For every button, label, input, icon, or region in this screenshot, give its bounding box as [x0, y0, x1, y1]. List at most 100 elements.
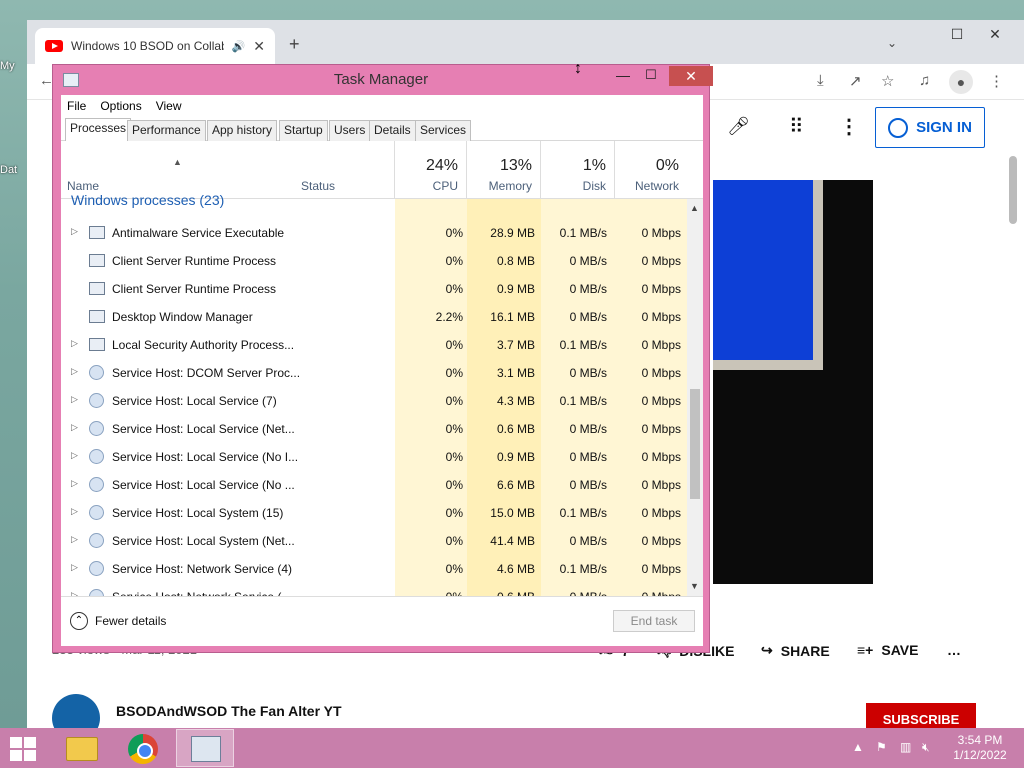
process-row[interactable]: ▷ Local Security Authority Process... 0% 3.…: [61, 331, 687, 359]
column-status[interactable]: Status: [295, 141, 395, 199]
tray-chevron-up-icon[interactable]: ▲: [852, 740, 864, 754]
expand-chevron-icon[interactable]: ▷: [71, 366, 78, 377]
chrome-taskbar-button[interactable]: [114, 729, 172, 767]
more-actions-button[interactable]: …: [947, 642, 961, 658]
column-disk[interactable]: 1% Disk: [541, 141, 615, 199]
tab-users[interactable]: Users: [329, 120, 371, 141]
tab-app-history[interactable]: App history: [207, 120, 278, 141]
network-icon[interactable]: ▥: [900, 740, 911, 754]
network-total: 0%: [655, 157, 679, 174]
desktop-icon-label[interactable]: Dat: [0, 164, 17, 176]
process-row[interactable]: Client Server Runtime Process 0% 0.9 MB 0 M…: [61, 275, 687, 303]
install-icon[interactable]: ⤓: [817, 72, 824, 89]
tab-details[interactable]: Details: [369, 120, 416, 141]
share-button[interactable]: ↪ SHARE: [761, 642, 830, 659]
column-cpu[interactable]: 24% CPU: [395, 141, 467, 199]
process-memory: 3.1 MB: [496, 366, 535, 380]
scroll-up-icon[interactable]: ▲: [690, 203, 699, 213]
page-scrollbar[interactable]: [1009, 156, 1017, 224]
video-player[interactable]: [713, 180, 873, 584]
expand-chevron-icon[interactable]: ▷: [71, 422, 78, 433]
process-row[interactable]: ▷ Service Host: Local Service (Net... 0% 0.…: [61, 415, 687, 443]
process-row[interactable]: ▷ Service Host: Local Service (No ... 0% 6.…: [61, 471, 687, 499]
profile-avatar-icon[interactable]: ●: [949, 70, 973, 94]
scrollbar-thumb[interactable]: [690, 389, 700, 499]
new-tab-button[interactable]: +: [289, 34, 300, 55]
column-memory[interactable]: 13% Memory: [467, 141, 541, 199]
desktop-icon-label[interactable]: My: [0, 60, 15, 72]
sign-in-button[interactable]: SIGN IN: [875, 107, 985, 148]
process-row[interactable]: ▷ Service Host: Local Service (7) 0% 4.3 MB…: [61, 387, 687, 415]
chevron-up-icon[interactable]: ⌃: [70, 612, 88, 630]
tab-search-chevron-icon[interactable]: ⌄: [887, 36, 897, 50]
menu-view[interactable]: View: [156, 99, 182, 113]
process-row[interactable]: ▷ Service Host: Network Service (4) 0% 4.6 …: [61, 555, 687, 583]
process-row[interactable]: ▷ Service Host: Local System (15) 0% 15.0 M…: [61, 499, 687, 527]
scroll-down-icon[interactable]: ▼: [690, 581, 699, 591]
fewer-details-link[interactable]: Fewer details: [95, 614, 166, 628]
process-row[interactable]: Client Server Runtime Process 0% 0.8 MB 0 M…: [61, 247, 687, 275]
process-app-icon: [89, 254, 105, 267]
group-header[interactable]: Windows processes (23): [71, 192, 224, 208]
column-name[interactable]: Name: [61, 141, 295, 199]
subscribe-button[interactable]: SUBSCRIBE: [866, 703, 976, 728]
channel-avatar[interactable]: [52, 694, 100, 728]
expand-chevron-icon[interactable]: ▷: [71, 450, 78, 461]
expand-chevron-icon[interactable]: ▷: [71, 562, 78, 573]
process-memory: 0.9 MB: [496, 282, 535, 296]
chrome-icon: [128, 734, 158, 764]
task-manager-titlebar[interactable]: Task Manager — ☐ ✕: [53, 65, 713, 95]
expand-chevron-icon[interactable]: ▷: [71, 478, 78, 489]
volume-muted-icon[interactable]: 🔇︎: [922, 740, 930, 755]
start-button[interactable]: [10, 737, 38, 761]
folder-icon: [66, 737, 98, 761]
apps-grid-icon[interactable]: ⠿: [789, 114, 804, 139]
column-network[interactable]: 0% Network: [615, 141, 687, 199]
menu-options[interactable]: Options: [100, 99, 141, 113]
save-button[interactable]: ≡+ SAVE: [857, 642, 918, 658]
process-list-scrollbar[interactable]: ▲ ▼: [687, 199, 703, 596]
bookmark-star-icon[interactable]: ☆: [881, 72, 894, 90]
process-row[interactable]: ▷ Antimalware Service Executable 0% 28.9 MB…: [61, 219, 687, 247]
action-center-flag-icon[interactable]: ⚑: [876, 740, 887, 754]
expand-chevron-icon[interactable]: ▷: [71, 534, 78, 545]
speaker-icon[interactable]: 🔊: [232, 40, 246, 53]
channel-name[interactable]: BSODAndWSOD The Fan Alter YT: [116, 703, 342, 719]
maximize-button[interactable]: ☐: [639, 67, 663, 87]
menu-file[interactable]: File: [67, 99, 86, 113]
more-vert-icon[interactable]: ⋮: [839, 114, 859, 139]
media-control-icon[interactable]: ♫: [919, 72, 930, 89]
share-icon[interactable]: ↗: [849, 72, 862, 90]
tab-startup[interactable]: Startup: [279, 120, 328, 141]
service-gear-icon: [89, 533, 104, 548]
microphone-icon[interactable]: 🎤︎: [727, 116, 750, 137]
process-disk: 0.1 MB/s: [559, 226, 607, 240]
expand-chevron-icon[interactable]: ▷: [71, 394, 78, 405]
file-explorer-taskbar-button[interactable]: [52, 729, 110, 767]
playlist-add-icon: ≡+: [857, 642, 874, 658]
service-gear-icon: [89, 449, 104, 464]
chrome-close-button[interactable]: ✕: [977, 22, 1013, 46]
process-row[interactable]: Desktop Window Manager 2.2% 16.1 MB 0 MB/s 0…: [61, 303, 687, 331]
chrome-menu-icon[interactable]: ⋮: [989, 72, 1004, 90]
end-task-button[interactable]: End task: [613, 610, 695, 632]
system-clock[interactable]: 3:54 PM 1/12/2022: [950, 733, 1010, 763]
tab-processes[interactable]: Processes: [65, 118, 132, 142]
tab-close-icon[interactable]: ✕: [253, 38, 265, 55]
process-name: Service Host: Local Service (7): [112, 394, 277, 408]
chrome-maximize-button[interactable]: ☐: [939, 22, 975, 46]
clock-time: 3:54 PM: [957, 733, 1003, 747]
close-button[interactable]: ✕: [669, 66, 713, 86]
process-row[interactable]: ▷ Service Host: Local System (Net... 0% 41.…: [61, 527, 687, 555]
expand-chevron-icon[interactable]: ▷: [71, 226, 78, 237]
process-row[interactable]: ▷ Service Host: DCOM Server Proc... 0% 3.1 …: [61, 359, 687, 387]
tab-services[interactable]: Services: [415, 120, 472, 141]
process-row[interactable]: ▷Service Host: Network Service (0%0.6 MB…: [61, 583, 687, 596]
minimize-button[interactable]: —: [611, 67, 635, 87]
expand-chevron-icon[interactable]: ▷: [71, 506, 78, 517]
process-row[interactable]: ▷ Service Host: Local Service (No I... 0% 0…: [61, 443, 687, 471]
task-manager-taskbar-button[interactable]: [176, 729, 234, 767]
browser-tab[interactable]: Windows 10 BSOD on Collab 🔊 ✕: [35, 28, 275, 64]
tab-performance[interactable]: Performance: [127, 120, 206, 141]
expand-chevron-icon[interactable]: ▷: [71, 338, 78, 349]
